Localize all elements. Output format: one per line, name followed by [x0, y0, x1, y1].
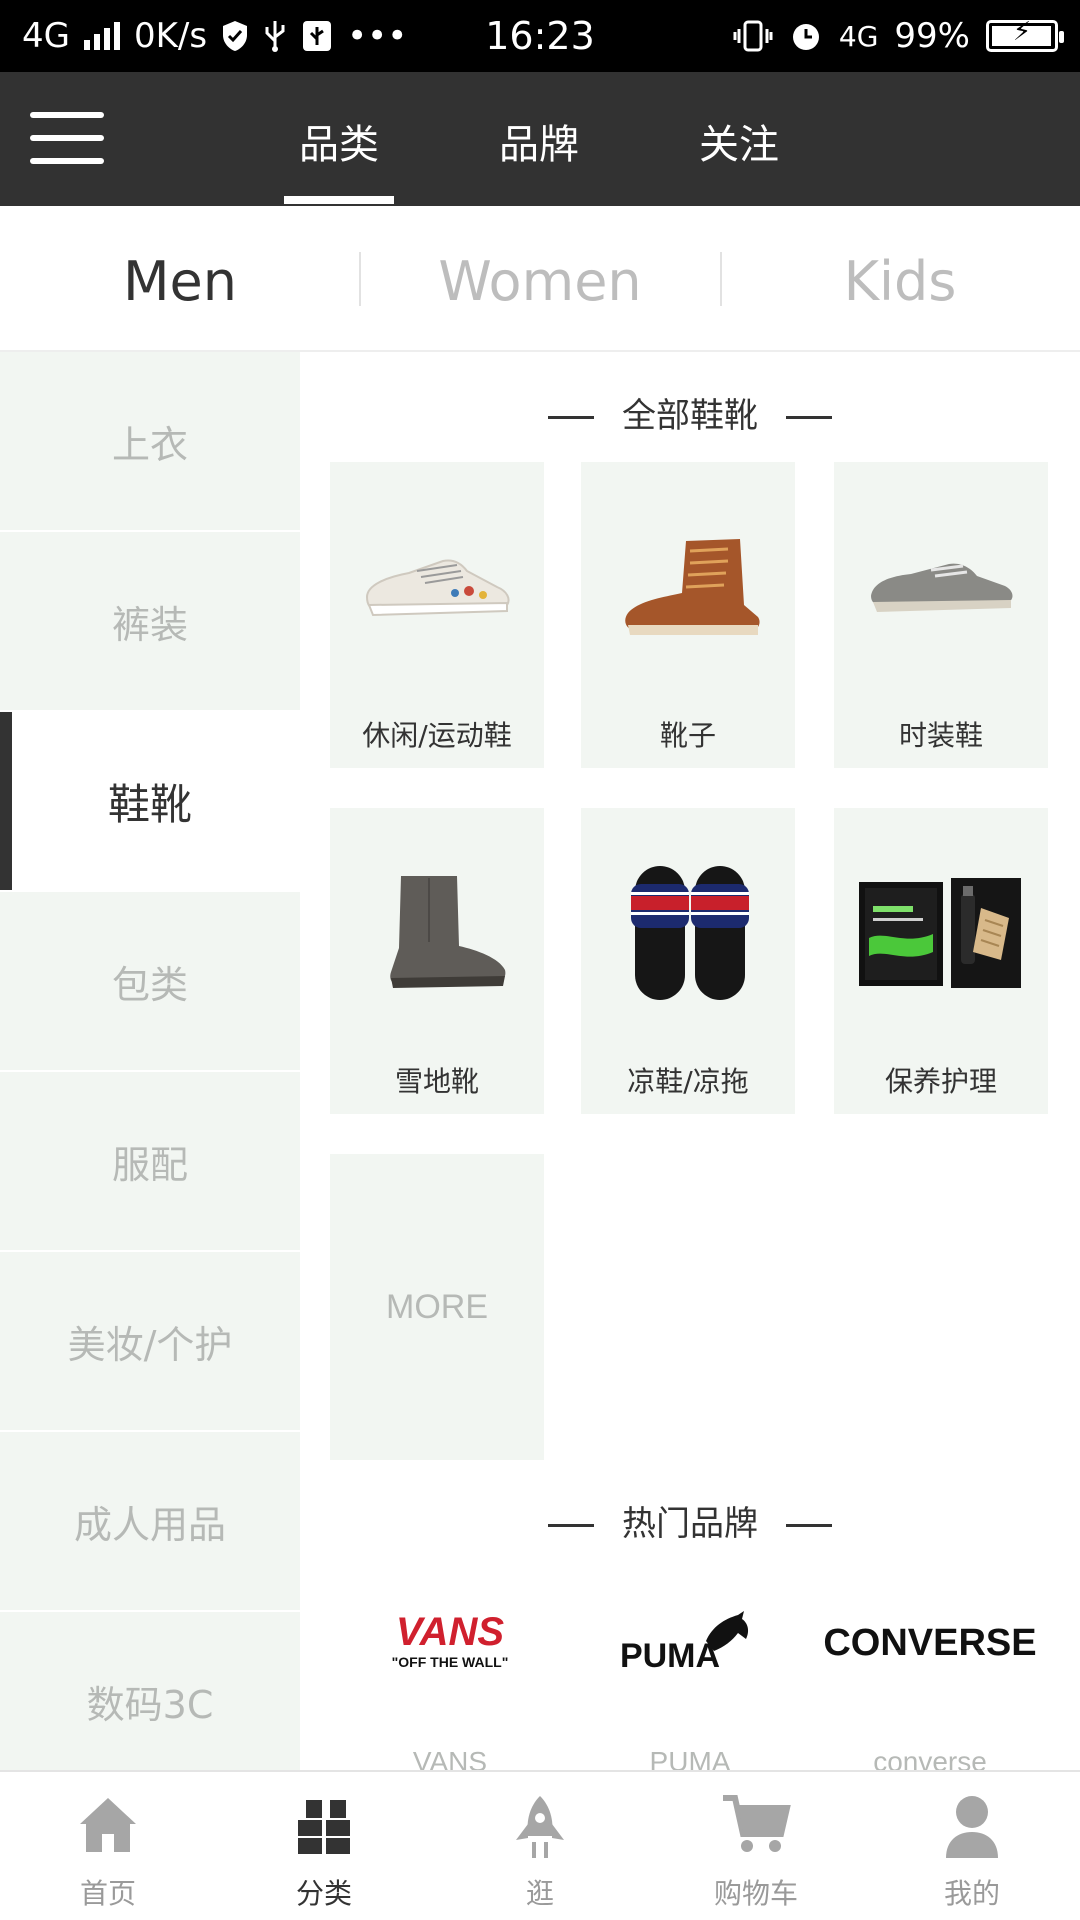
gender-tab-women[interactable]: Women	[360, 250, 720, 313]
header-tabs: 品类 品牌 关注	[0, 72, 1080, 206]
category-item-bags[interactable]: 包类	[0, 892, 300, 1072]
subcategory-boots[interactable]: 靴子	[581, 462, 795, 768]
subcategory-sandals[interactable]: 凉鞋/凉拖	[581, 808, 795, 1114]
converse-logo: CONVERSE	[810, 1586, 1050, 1696]
category-item-digital[interactable]: 数码3C	[0, 1612, 300, 1770]
gender-switch: Men Women Kids	[0, 206, 1080, 352]
subcategory-label: 保养护理	[884, 1065, 997, 1098]
subcategory-label: 靴子	[659, 719, 716, 752]
gender-tab-kids[interactable]: Kids	[720, 250, 1080, 313]
nav-explore[interactable]: 逛	[432, 1772, 648, 1920]
battery-icon: ⚡	[986, 17, 1064, 52]
category-item-shoes[interactable]: 鞋靴	[0, 712, 300, 892]
status-right: 4G 99% ⚡	[733, 14, 1064, 58]
alarm-icon	[792, 24, 819, 50]
vibrate-icon	[733, 20, 773, 52]
nav-label: 逛	[525, 1877, 554, 1910]
svg-text:PUMA: PUMA	[620, 1637, 720, 1675]
tab-category[interactable]: 品类	[284, 112, 394, 170]
subcategory-label: 休闲/运动鞋	[362, 719, 512, 752]
svg-text:CONVERSE: CONVERSE	[823, 1622, 1036, 1664]
status-bar: 4G 0K/s ••• 16:23 4G 99% ⚡	[0, 0, 1080, 72]
more-label: MORE	[386, 1287, 488, 1326]
boot-icon	[581, 502, 795, 672]
category-item-tops[interactable]: 上衣	[0, 352, 300, 532]
nav-home[interactable]: 首页	[0, 1772, 216, 1920]
tab-follow[interactable]: 关注	[684, 112, 794, 170]
brand-puma[interactable]: PUMA PUMA	[570, 1586, 810, 1770]
nav-profile[interactable]: 我的	[864, 1772, 1080, 1920]
category-item-pants[interactable]: 裤装	[0, 532, 300, 712]
nav-label: 购物车	[713, 1877, 798, 1910]
brand-converse[interactable]: CONVERSE converse	[810, 1586, 1050, 1770]
gender-tab-men[interactable]: Men	[0, 250, 360, 313]
category-content: 全部鞋靴 休闲/运动鞋 靴子 时装鞋 雪地靴 凉鞋/凉拖 保养护理 MORE 热…	[300, 352, 1080, 1770]
brand-name: converse	[873, 1746, 987, 1770]
nav-label: 分类	[295, 1877, 352, 1910]
category-item-beauty[interactable]: 美妆/个护	[0, 1252, 300, 1432]
home-icon	[0, 1794, 216, 1864]
more-subcategories-button[interactable]: MORE	[330, 1154, 544, 1460]
dress-shoe-icon	[834, 502, 1048, 672]
category-sidebar: 上衣 裤装 鞋靴 包类 服配 美妆/个护 成人用品 数码3C	[0, 352, 300, 1770]
bottom-navigation: 首页 分类 逛 购物车 我的	[0, 1770, 1080, 1920]
nav-label: 首页	[79, 1877, 136, 1910]
active-tab-indicator	[284, 196, 394, 204]
puma-logo: PUMA	[570, 1586, 810, 1696]
brand-name: PUMA	[649, 1746, 731, 1770]
section-title-hot-brands: 热门品牌	[300, 1496, 1080, 1545]
network-type-right: 4G	[838, 19, 879, 53]
subcategory-snow-boots[interactable]: 雪地靴	[330, 808, 544, 1114]
rocket-icon	[432, 1794, 648, 1864]
slipper-icon	[581, 848, 795, 1018]
brand-vans[interactable]: VANS "OFF THE WALL" VANS	[330, 1586, 570, 1770]
battery-percent: 99%	[894, 16, 970, 56]
top-header: 品类 品牌 关注	[0, 72, 1080, 206]
subcategory-casual-sneakers[interactable]: 休闲/运动鞋	[330, 462, 544, 768]
cart-icon	[648, 1794, 864, 1864]
nav-cart[interactable]: 购物车	[648, 1772, 864, 1920]
category-item-accessories[interactable]: 服配	[0, 1072, 300, 1252]
vans-logo: VANS "OFF THE WALL"	[330, 1586, 570, 1696]
category-item-adult[interactable]: 成人用品	[0, 1432, 300, 1612]
snow-boot-icon	[330, 848, 544, 1018]
subcategory-shoe-care[interactable]: 保养护理	[834, 808, 1048, 1114]
section-title-all-shoes: 全部鞋靴	[300, 388, 1080, 437]
category-icon	[216, 1794, 432, 1864]
nav-category[interactable]: 分类	[216, 1772, 432, 1920]
profile-icon	[864, 1794, 1080, 1864]
subcategory-label: 凉鞋/凉拖	[627, 1065, 749, 1098]
svg-text:"OFF THE WALL": "OFF THE WALL"	[392, 1654, 509, 1670]
sneaker-icon	[330, 502, 544, 672]
subcategory-dress-shoes[interactable]: 时装鞋	[834, 462, 1048, 768]
nav-label: 我的	[943, 1877, 1000, 1910]
tab-brand[interactable]: 品牌	[484, 112, 594, 170]
subcategory-label: 雪地靴	[394, 1065, 479, 1098]
shoe-care-kit-icon	[834, 848, 1048, 1018]
svg-text:VANS: VANS	[396, 1610, 504, 1654]
subcategory-label: 时装鞋	[898, 719, 983, 752]
brand-name: VANS	[412, 1746, 488, 1770]
